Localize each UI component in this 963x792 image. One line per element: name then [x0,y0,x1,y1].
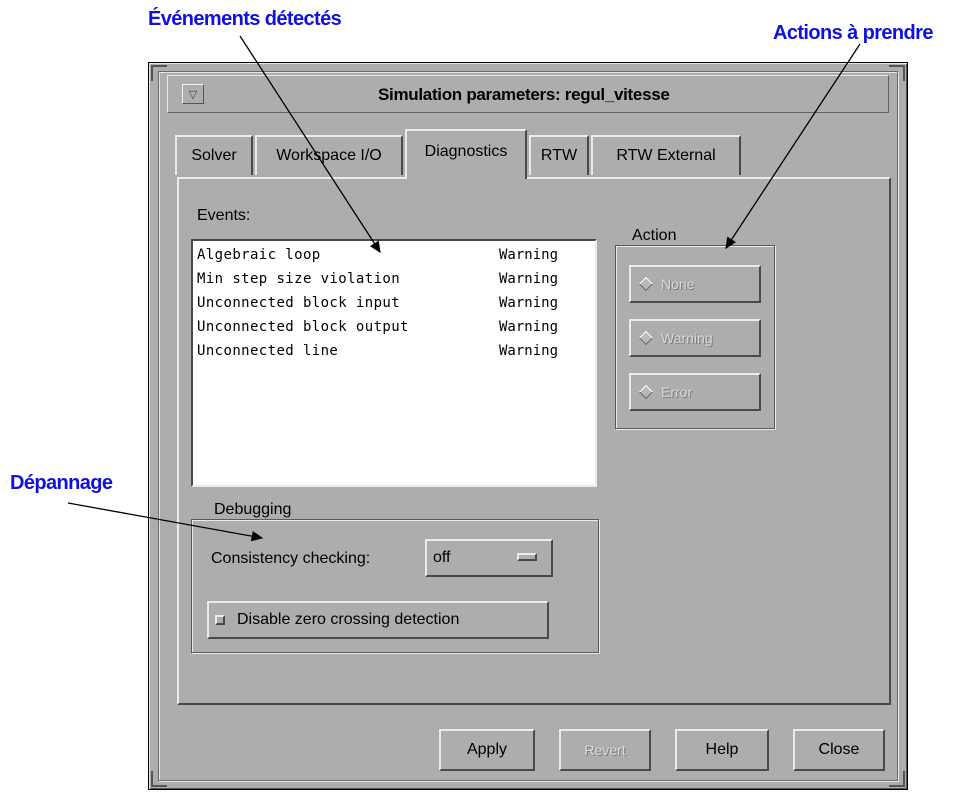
action-none-radio[interactable]: None [629,265,761,303]
disable-zero-crossing-toggle[interactable]: Disable zero crossing detection [207,601,549,639]
callout-debugging: Dépannage [10,472,113,494]
callout-events-detected: Événements détectés [148,8,342,30]
tab-workspace-io[interactable]: Workspace I/O [255,135,403,175]
consistency-checking-select[interactable]: off [425,539,553,577]
frame-corner[interactable] [151,65,167,81]
frame-corner[interactable] [889,65,905,81]
event-action: Warning [499,343,559,359]
list-item[interactable]: Unconnected block output Warning [197,315,589,339]
title-bar[interactable]: ▽ Simulation parameters: regul_vitesse [167,75,889,113]
disable-zero-crossing-label: Disable zero crossing detection [237,611,460,628]
help-button[interactable]: Help [675,729,769,771]
event-action: Warning [499,247,559,263]
window-title: Simulation parameters: regul_vitesse [378,85,670,104]
action-warning-label: Warning [661,330,713,346]
event-action: Warning [499,295,559,311]
callout-actions-to-take: Actions à prendre [773,22,933,44]
debugging-group-title: Debugging [209,501,297,519]
triangle-down-icon: ▽ [188,87,198,101]
list-item[interactable]: Unconnected block input Warning [197,291,589,315]
consistency-checking-label: Consistency checking: [211,550,371,567]
event-action: Warning [499,319,559,335]
tab-rtw-external[interactable]: RTW External [591,135,741,175]
event-action: Warning [499,271,559,287]
window-menu-button[interactable]: ▽ [182,84,204,104]
action-warning-radio[interactable]: Warning [629,319,761,357]
event-name: Unconnected block input [197,295,401,311]
toggle-indicator-icon [215,615,225,625]
action-error-radio[interactable]: Error [629,373,761,411]
frame-corner[interactable] [889,771,905,787]
close-button[interactable]: Close [793,729,885,771]
radio-diamond-icon [638,276,654,292]
radio-diamond-icon [638,384,654,400]
tab-solver[interactable]: Solver [175,135,253,175]
events-label: Events: [197,207,251,224]
action-group-title: Action [627,227,682,245]
radio-diamond-icon [638,330,654,346]
simulation-parameters-window: ▽ Simulation parameters: regul_vitesse S… [148,62,908,790]
consistency-checking-value: off [433,549,451,566]
tab-rtw[interactable]: RTW [529,135,589,175]
events-list[interactable]: Algebraic loop Warning Min step size vio… [191,239,597,487]
event-name: Unconnected block output [197,319,409,335]
tab-diagnostics[interactable]: Diagnostics [405,129,527,179]
action-error-label: Error [661,384,693,400]
frame-corner[interactable] [151,771,167,787]
revert-button[interactable]: Revert [559,729,651,771]
apply-button[interactable]: Apply [439,729,535,771]
list-item[interactable]: Min step size violation Warning [197,267,589,291]
event-name: Algebraic loop [197,247,321,263]
action-none-label: None [661,276,695,292]
event-name: Min step size violation [197,271,401,287]
option-menu-indicator-icon [517,553,537,561]
list-item[interactable]: Unconnected line Warning [197,339,589,363]
event-name: Unconnected line [197,343,339,359]
list-item[interactable]: Algebraic loop Warning [197,243,589,267]
